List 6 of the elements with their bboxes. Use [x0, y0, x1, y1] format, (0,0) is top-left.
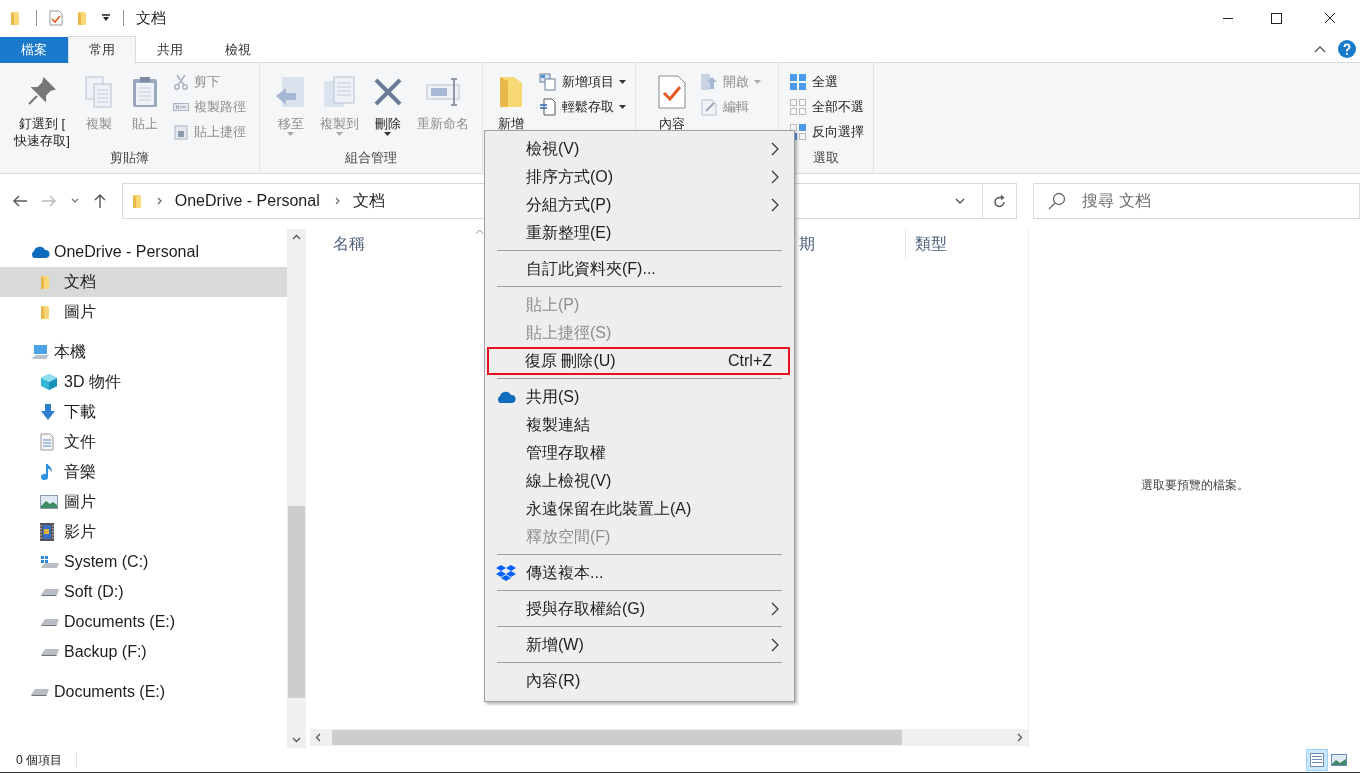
group-label: 剪貼簿: [110, 149, 149, 167]
item-count: 0 個項目: [0, 751, 77, 769]
preview-message: 選取要預覽的檔案。: [1140, 477, 1249, 494]
window-title: 文档: [136, 8, 166, 28]
group-label: 組合管理: [345, 149, 397, 167]
group-label: 選取: [813, 149, 839, 167]
